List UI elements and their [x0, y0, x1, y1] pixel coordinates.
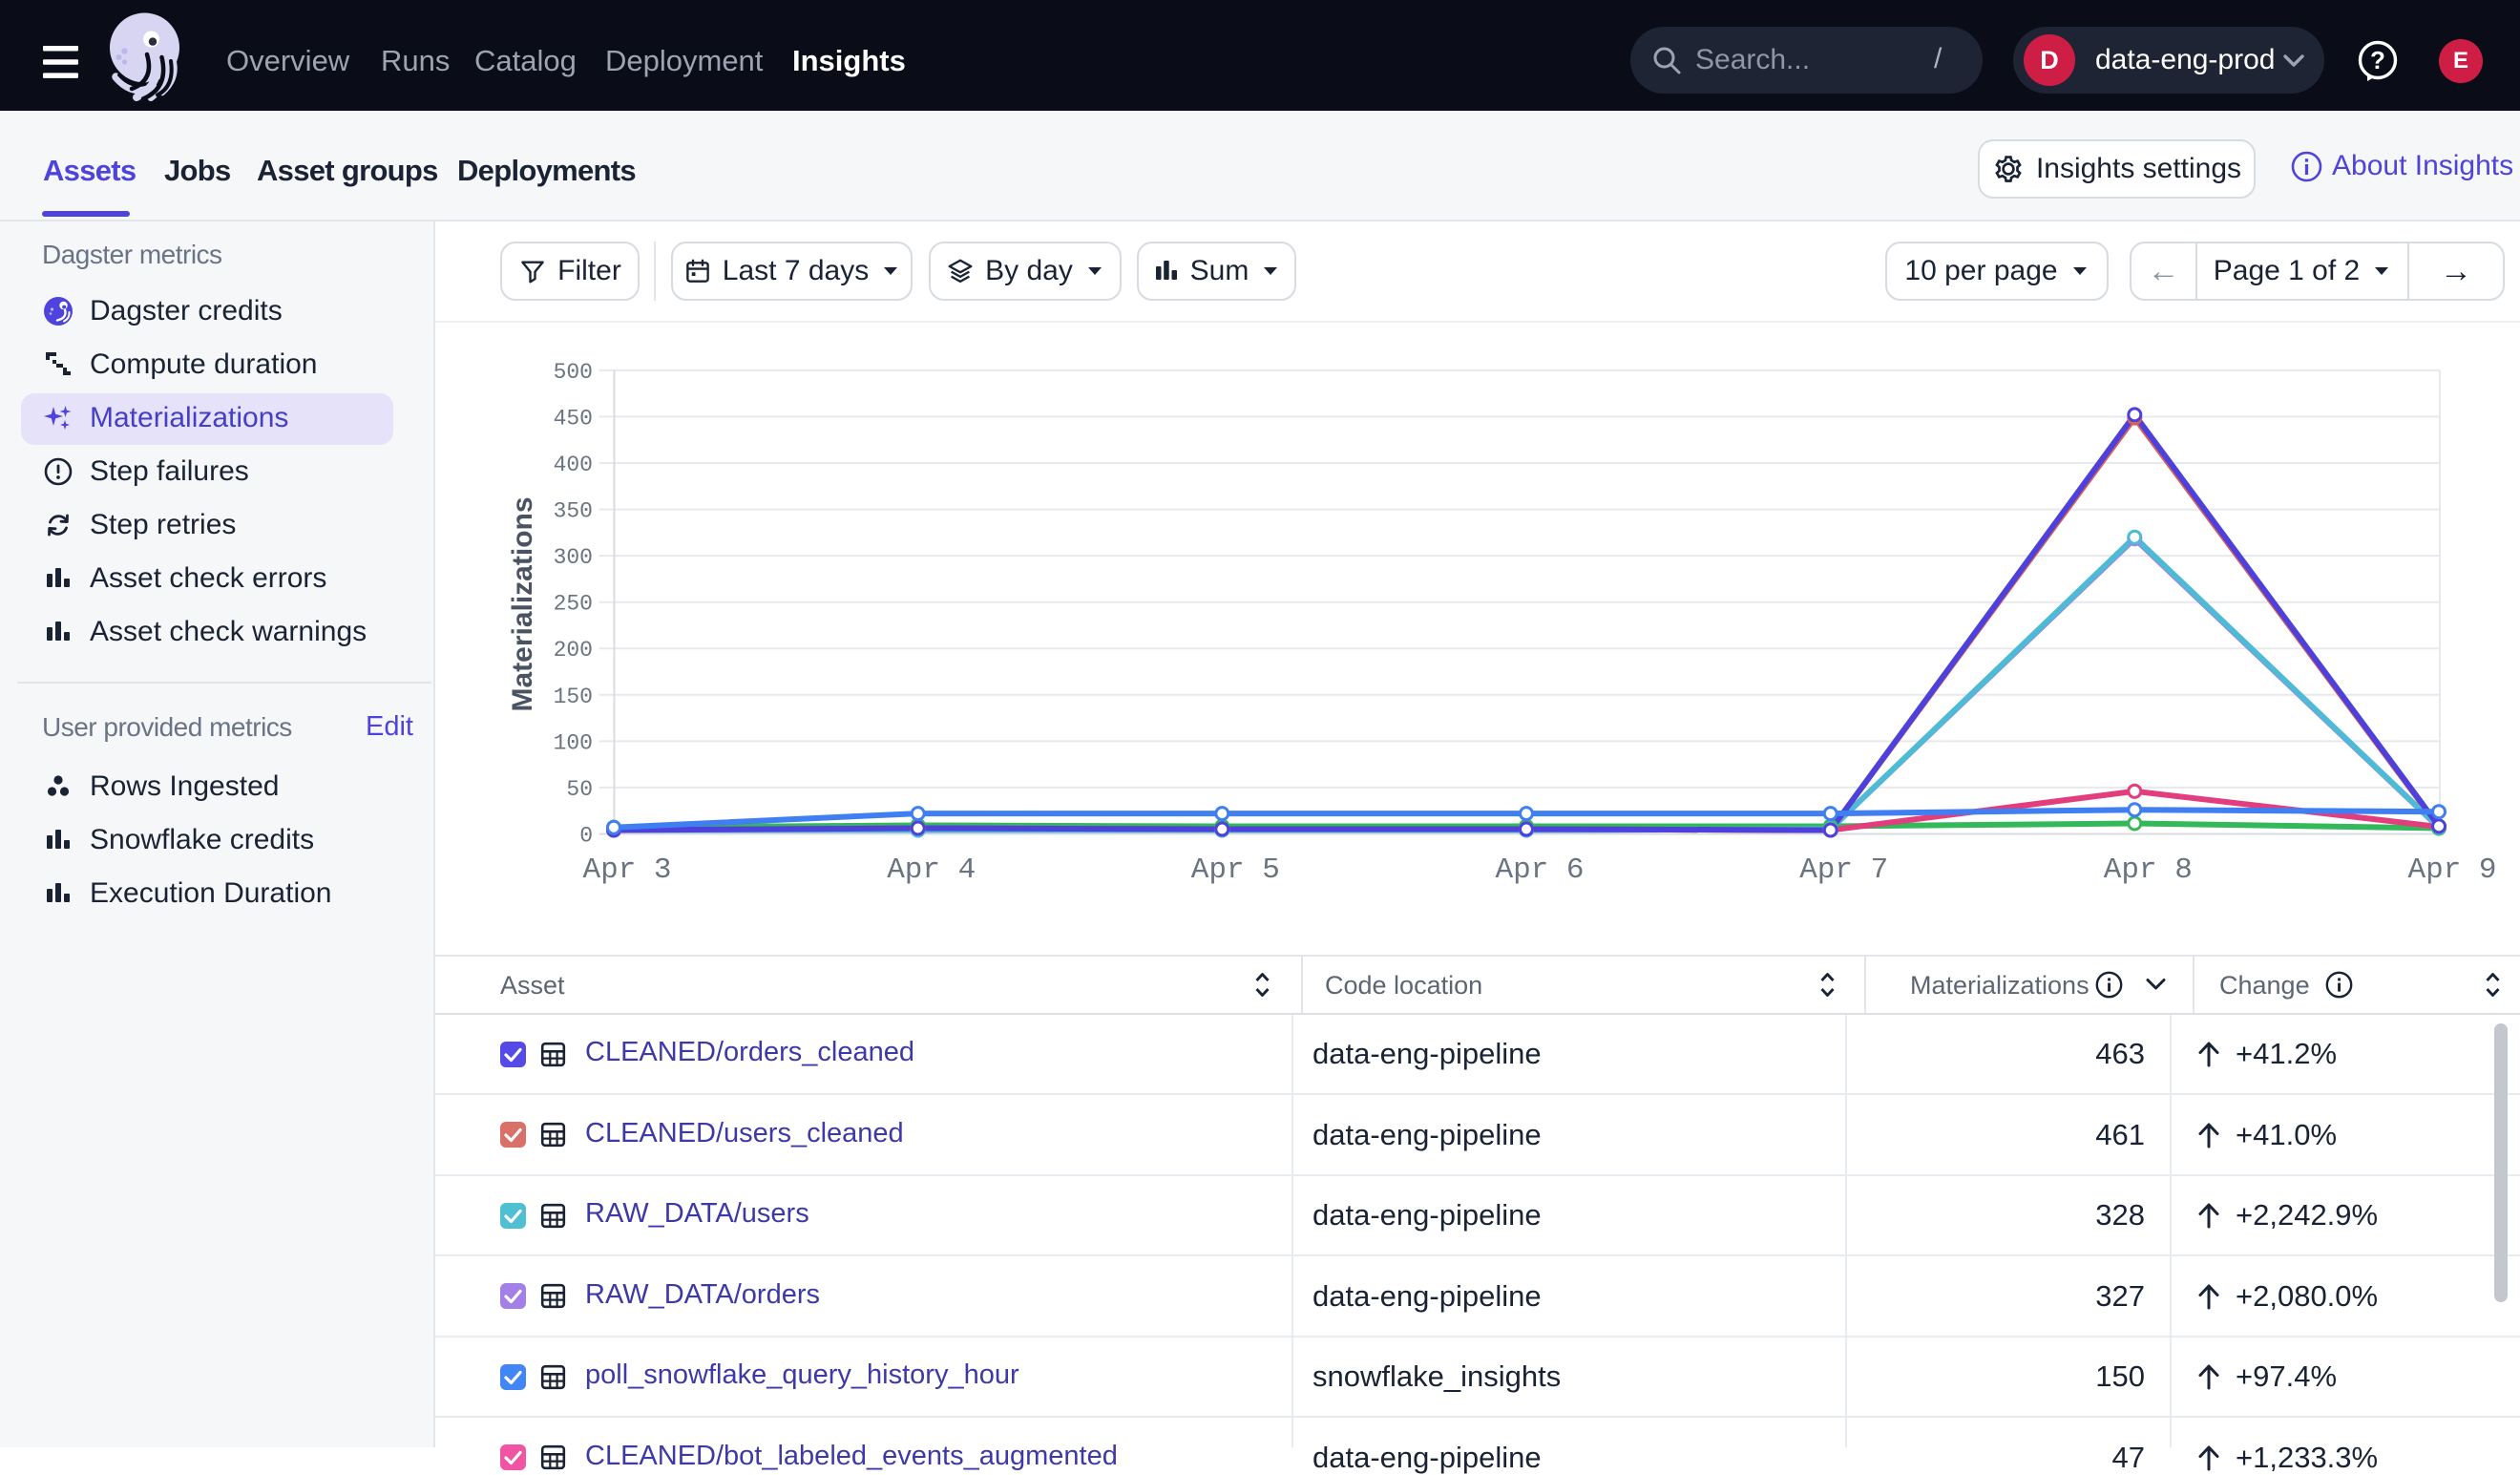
svg-text:Materializations: Materializations [507, 496, 538, 711]
svg-text:Apr 8: Apr 8 [2104, 853, 2193, 887]
svg-text:50: 50 [566, 777, 593, 802]
svg-text:Apr 3: Apr 3 [582, 853, 671, 887]
svg-text:Apr 9: Apr 9 [2407, 853, 2496, 887]
svg-text:500: 500 [554, 360, 593, 385]
svg-text:450: 450 [554, 406, 593, 431]
svg-text:Apr 7: Apr 7 [1799, 853, 1888, 887]
svg-text:400: 400 [554, 453, 593, 477]
svg-text:300: 300 [554, 545, 593, 570]
svg-text:250: 250 [554, 592, 593, 617]
svg-text:Apr 6: Apr 6 [1495, 853, 1584, 887]
svg-text:150: 150 [554, 685, 593, 709]
svg-text:200: 200 [554, 638, 593, 663]
svg-text:Apr 5: Apr 5 [1191, 853, 1280, 887]
svg-text:350: 350 [554, 499, 593, 524]
svg-text:Apr 4: Apr 4 [887, 853, 976, 887]
svg-text:0: 0 [579, 824, 593, 849]
svg-text:100: 100 [554, 730, 593, 755]
